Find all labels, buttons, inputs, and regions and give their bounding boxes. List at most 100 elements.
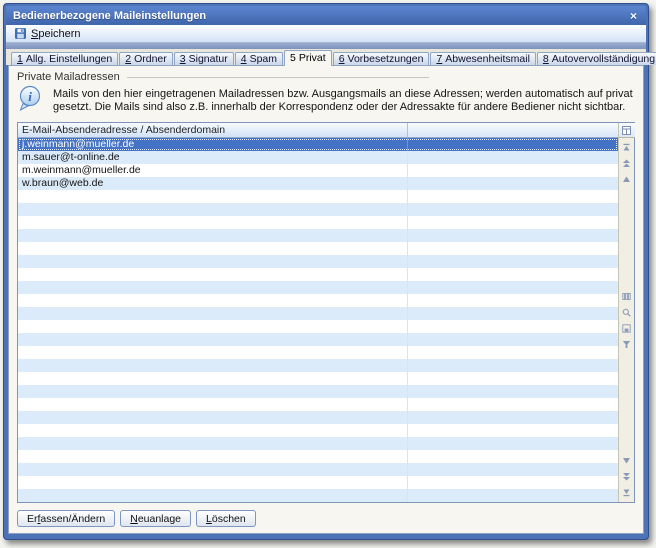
email-cell: j.weinmann@mueller.de [18, 138, 408, 151]
email-table: E-Mail-Absenderadresse / Absenderdomain … [17, 122, 635, 503]
close-button[interactable]: × [628, 9, 639, 23]
table-row[interactable] [18, 307, 618, 320]
tab-page-privat: Private Mailadressen i Mails von den hie… [8, 65, 644, 534]
email-cell [18, 333, 408, 346]
dialog-window: Bedienerbezogene Maileinstellungen × Spe… [3, 3, 649, 540]
table-row[interactable]: j.weinmann@mueller.de [18, 138, 618, 151]
tab-allg-einstellungen[interactable]: 1Allg. Einstellungen [11, 52, 118, 65]
tab-spam[interactable]: 4Spam [235, 52, 283, 65]
table-row[interactable] [18, 359, 618, 372]
email-cell [18, 398, 408, 411]
titlebar: Bedienerbezogene Maileinstellungen × [6, 6, 646, 25]
table-row[interactable] [18, 398, 618, 411]
empty-cell [408, 411, 618, 424]
lane-top-group [622, 138, 631, 189]
email-cell [18, 411, 408, 424]
empty-cell [408, 450, 618, 463]
table-row[interactable] [18, 203, 618, 216]
table-row[interactable] [18, 346, 618, 359]
info-row: i Mails von den hier eingetragenen Maila… [17, 85, 635, 118]
empty-cell [408, 398, 618, 411]
tab-vorbesetzungen[interactable]: 6Vorbesetzungen [333, 52, 430, 65]
table-row[interactable]: w.braun@web.de [18, 177, 618, 190]
table-row[interactable] [18, 255, 618, 268]
grid-icon [622, 126, 631, 135]
table-body: j.weinmann@mueller.dem.sauer@t-online.de… [18, 138, 618, 502]
email-cell [18, 463, 408, 476]
scroll-to-bottom-icon[interactable] [622, 488, 631, 497]
table-side-lane [618, 123, 634, 502]
empty-cell [408, 268, 618, 281]
empty-cell [408, 333, 618, 346]
table-row[interactable] [18, 424, 618, 437]
save-button[interactable]: Speichern [10, 26, 85, 41]
empty-cell [408, 281, 618, 294]
email-cell [18, 203, 408, 216]
table-row[interactable] [18, 411, 618, 424]
table-row[interactable] [18, 320, 618, 333]
table-row[interactable] [18, 281, 618, 294]
table-row[interactable]: m.weinmann@mueller.de [18, 164, 618, 177]
table-row[interactable] [18, 450, 618, 463]
loeschen-button[interactable]: Löschen [196, 510, 256, 527]
search-icon[interactable] [622, 308, 631, 317]
empty-cell [408, 385, 618, 398]
empty-cell [408, 151, 618, 164]
erfassen-aendern-button[interactable]: Erfassen/Ändern [17, 510, 115, 527]
grid-settings-button[interactable] [619, 123, 635, 138]
neuanlage-button[interactable]: Neuanlage [120, 510, 191, 527]
filter-icon[interactable] [622, 340, 631, 349]
row-down-icon[interactable] [622, 456, 631, 465]
page-down-icon[interactable] [622, 472, 631, 481]
table-row[interactable] [18, 333, 618, 346]
table-row[interactable] [18, 385, 618, 398]
email-cell [18, 450, 408, 463]
export-icon[interactable] [622, 324, 631, 333]
empty-cell [408, 463, 618, 476]
table-row[interactable] [18, 489, 618, 502]
scroll-to-top-icon[interactable] [622, 143, 631, 152]
empty-cell [408, 203, 618, 216]
empty-cell [408, 346, 618, 359]
table-row[interactable] [18, 229, 618, 242]
email-cell [18, 385, 408, 398]
empty-cell [408, 177, 618, 190]
lane-middle-group [622, 287, 631, 354]
table-row[interactable] [18, 268, 618, 281]
page-up-icon[interactable] [622, 159, 631, 168]
tab-abwesenheitsmail[interactable]: 7Abwesenheitsmail [430, 52, 535, 65]
table-row[interactable] [18, 463, 618, 476]
tab-privat[interactable]: 5Privat [284, 50, 332, 66]
tab-signatur[interactable]: 3Signatur [174, 52, 234, 65]
lane-bottom-group [622, 451, 631, 502]
email-cell [18, 255, 408, 268]
table-row[interactable] [18, 476, 618, 489]
empty-cell [408, 437, 618, 450]
tab-strip: 1Allg. Einstellungen 2Ordner 3Signatur 4… [6, 49, 646, 65]
column-header-address[interactable]: E-Mail-Absenderadresse / Absenderdomain [18, 123, 408, 137]
table-row[interactable] [18, 190, 618, 203]
email-cell [18, 216, 408, 229]
tab-ordner[interactable]: 2Ordner [119, 52, 173, 65]
column-header-empty[interactable] [408, 123, 618, 137]
email-cell [18, 424, 408, 437]
table-row[interactable] [18, 294, 618, 307]
row-up-icon[interactable] [622, 175, 631, 184]
window-title: Bedienerbezogene Maileinstellungen [13, 10, 628, 22]
group-divider [127, 77, 429, 78]
table-row[interactable] [18, 242, 618, 255]
info-icon: i [17, 85, 43, 113]
empty-cell [408, 255, 618, 268]
toolbar: Speichern [6, 25, 646, 43]
email-cell [18, 242, 408, 255]
table-row[interactable] [18, 216, 618, 229]
email-cell [18, 229, 408, 242]
tab-autovervollstaendigung[interactable]: 8Autovervollständigung [537, 52, 656, 65]
email-cell [18, 359, 408, 372]
columns-icon[interactable] [622, 292, 631, 301]
table-row[interactable]: m.sauer@t-online.de [18, 151, 618, 164]
table-row[interactable] [18, 437, 618, 450]
empty-cell [408, 164, 618, 177]
table-row[interactable] [18, 372, 618, 385]
info-line-2: gesetzt. Die Mails sind also z.B. innerh… [53, 101, 633, 114]
